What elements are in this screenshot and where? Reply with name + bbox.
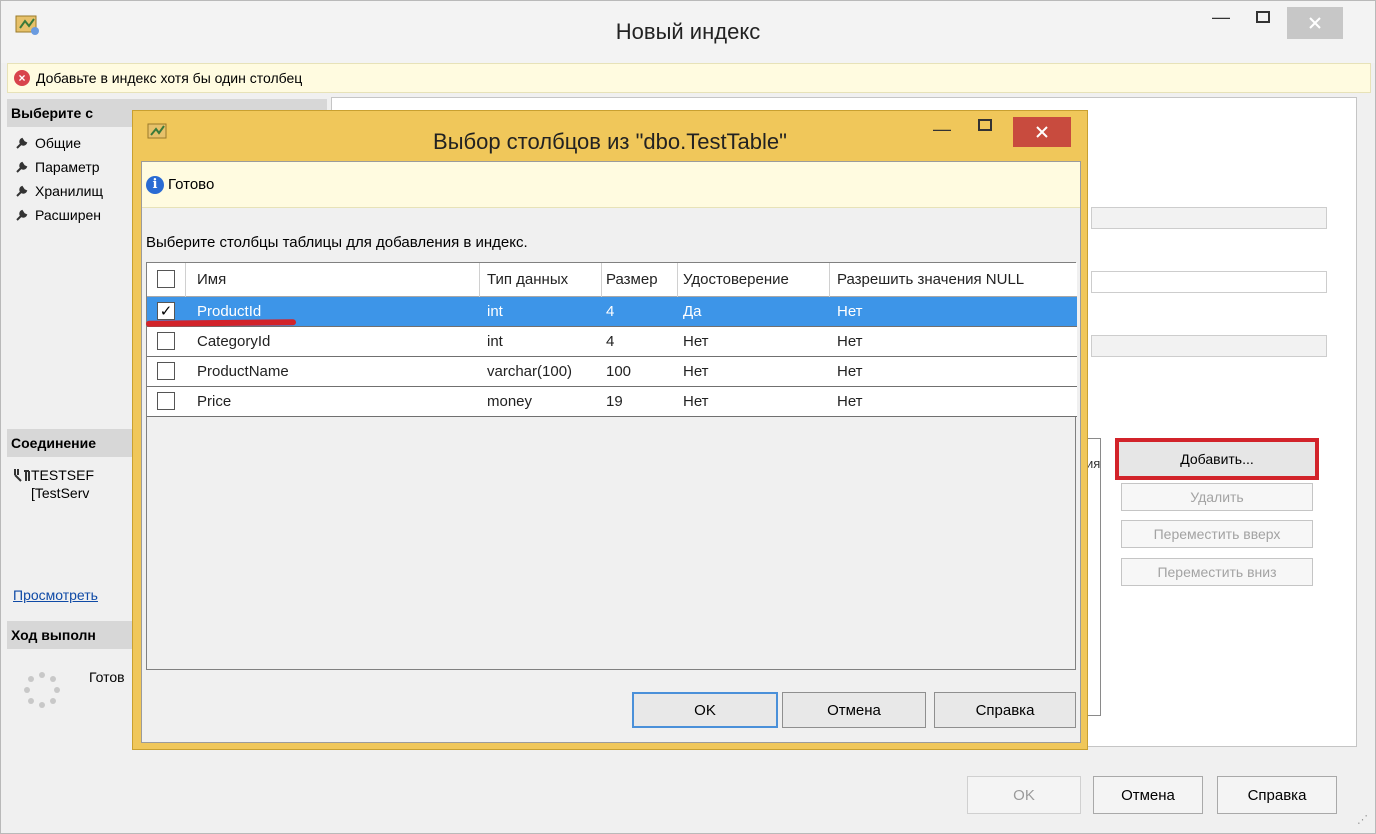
move-up-button[interactable]: Переместить вверх [1121,520,1313,548]
move-down-button[interactable]: Переместить вниз [1121,558,1313,586]
main-cancel-button[interactable]: Отмена [1093,776,1203,814]
cell-identity: Нет [683,333,709,350]
dialog-body: i Готово Выберите столбцы таблицы для до… [141,161,1081,743]
resize-grip-icon[interactable]: ⋰ [1357,813,1368,826]
cell-size: 4 [606,303,615,320]
dialog-help-button[interactable]: Справка [934,692,1076,728]
nav-item-label: Хранилищ [35,183,103,199]
cell-name: Price [197,393,232,410]
add-column-button[interactable]: Добавить... [1115,438,1319,480]
table-row[interactable]: CategoryId int 4 Нет Нет [147,327,1077,357]
cell-identity: Нет [683,393,709,410]
cell-name: ProductName [197,363,289,380]
dialog-maximize-icon[interactable] [978,119,992,131]
progress-status: Готов [89,669,125,685]
nav-item-extended[interactable]: Расширен [15,207,101,223]
maximize-icon[interactable] [1241,1,1285,33]
info-icon: i [146,175,164,194]
cell-nullable: Нет [837,393,863,410]
error-bar: × Добавьте в индекс хотя бы один столбец [7,63,1371,93]
column-select-dialog: Выбор столбцов из "dbo.TestTable" — i Го… [132,110,1088,750]
spinner-icon [24,672,60,708]
cell-size: 19 [606,393,623,410]
cell-size: 100 [606,363,632,380]
close-icon[interactable] [1287,7,1343,39]
col-header-type[interactable]: Тип данных [487,263,568,296]
dialog-close-icon[interactable] [1013,117,1071,147]
main-ok-button[interactable]: OK [967,776,1081,814]
col-header-size[interactable]: Размер [606,263,658,296]
instruction-text: Выберите столбцы таблицы для добавления … [146,234,528,251]
remove-column-button[interactable]: Удалить [1121,483,1313,511]
error-message: Добавьте в индекс хотя бы один столбец [36,70,303,86]
cell-type: money [487,393,533,410]
row-checkbox[interactable] [157,332,175,350]
index-name-field[interactable] [1091,207,1327,229]
nav-item-label: Общие [35,135,82,151]
error-icon: × [14,70,30,86]
cell-type: int [487,333,503,350]
nav-item-options[interactable]: Параметр [15,159,100,175]
status-text: Готово [168,176,215,193]
connection-server: TESTSEF [31,467,95,483]
row-checkbox[interactable] [157,392,175,410]
cell-type: int [487,303,503,320]
main-help-button[interactable]: Справка [1217,776,1337,814]
dialog-cancel-button[interactable]: Отмена [782,692,926,728]
cell-size: 4 [606,333,615,350]
table-row[interactable]: Price money 19 Нет Нет [147,387,1077,417]
table-row[interactable]: ProductName varchar(100) 100 Нет Нет [147,357,1077,387]
table-name-field[interactable] [1091,335,1327,357]
grid-column-header: ия [1086,456,1101,471]
row-checkbox[interactable] [157,362,175,380]
col-header-name[interactable]: Имя [197,263,226,296]
col-header-nullable[interactable]: Разрешить значения NULL [837,263,1024,296]
cell-nullable: Нет [837,363,863,380]
wrench-icon [16,137,28,149]
cell-name: CategoryId [197,333,271,350]
main-title: Новый индекс [615,19,761,44]
cell-type: varchar(100) [487,363,573,380]
wrench-icon [16,161,28,173]
row-checkbox[interactable]: ✓ [157,302,175,320]
select-all-checkbox[interactable] [157,270,175,288]
wrench-icon [16,209,28,221]
cell-identity: Нет [683,363,709,380]
main-titlebar: Новый индекс — [1,1,1375,63]
server-icon [14,469,30,482]
status-bar: i Готово [142,162,1080,208]
minimize-icon[interactable]: — [1199,1,1243,33]
cell-nullable: Нет [837,333,863,350]
nav-item-label: Расширен [35,207,102,223]
nav-item-storage[interactable]: Хранилищ [15,183,103,199]
view-connection-link[interactable]: Просмотреть [13,587,98,603]
connection-detail: [TestServ [31,485,90,501]
dialog-minimize-icon[interactable]: — [933,119,951,140]
col-header-identity[interactable]: Удостоверение [683,263,789,296]
wrench-icon [16,185,28,197]
cell-identity: Да [683,303,702,320]
dialog-ok-button[interactable]: OK [632,692,778,728]
nav-item-label: Параметр [35,159,100,175]
index-type-field[interactable] [1091,271,1327,293]
nav-item-general[interactable]: Общие [15,135,81,151]
cell-nullable: Нет [837,303,863,320]
grid-header: Имя Тип данных Размер Удостоверение Разр… [147,263,1077,297]
